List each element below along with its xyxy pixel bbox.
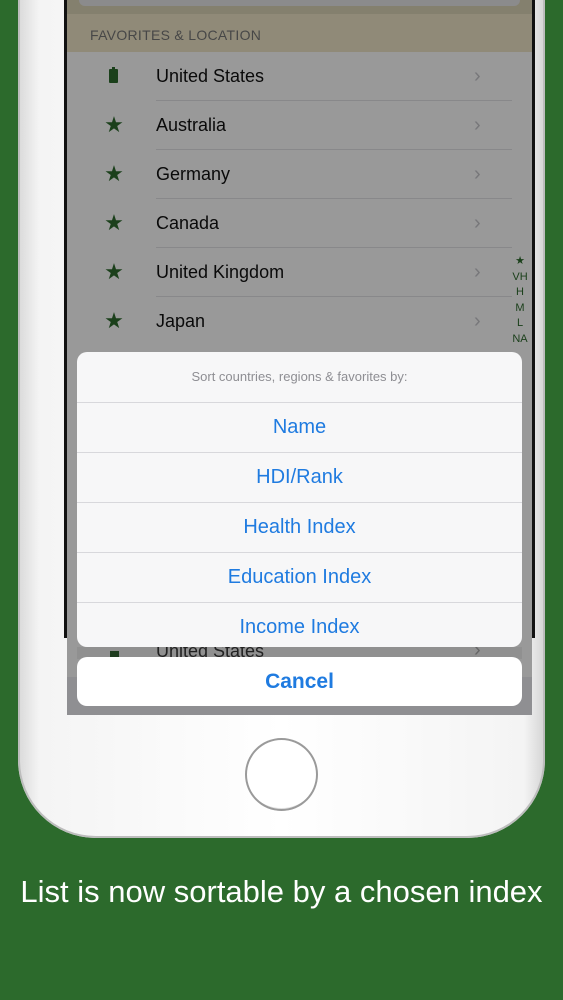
phone-screen-wrap: FAVORITES & LOCATION United States › ★ A… <box>18 0 545 838</box>
sort-by-income-index-button[interactable]: Income Index <box>77 603 522 647</box>
promo-caption: List is now sortable by a chosen index <box>20 874 543 909</box>
action-sheet-title: Sort countries, regions & favorites by: <box>77 352 522 403</box>
home-button[interactable] <box>245 738 318 811</box>
sort-by-health-index-button[interactable]: Health Index <box>77 503 522 553</box>
sort-by-education-index-button[interactable]: Education Index <box>77 553 522 603</box>
sort-by-hdi-rank-button[interactable]: HDI/Rank <box>77 453 522 503</box>
phone-screen: FAVORITES & LOCATION United States › ★ A… <box>67 0 532 715</box>
sort-by-name-button[interactable]: Name <box>77 403 522 453</box>
sort-action-sheet: Sort countries, regions & favorites by: … <box>77 352 522 647</box>
cancel-button[interactable]: Cancel <box>77 657 522 706</box>
